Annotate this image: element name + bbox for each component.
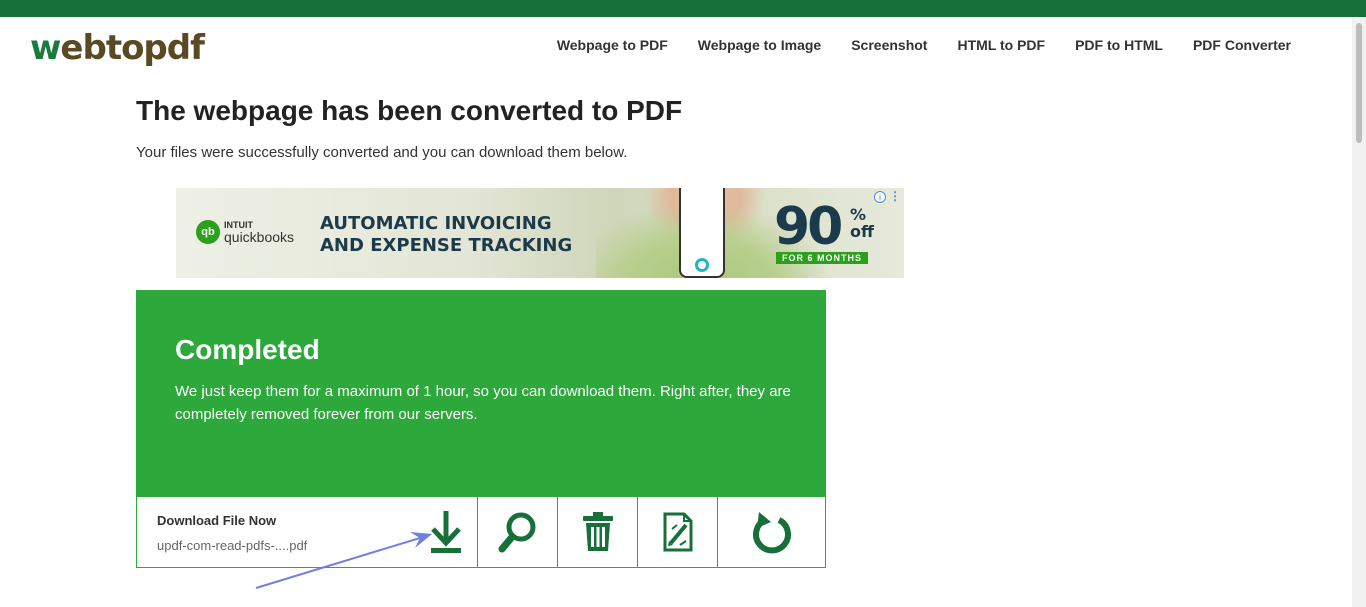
completed-message: We just keep them for a maximum of 1 hou… <box>175 383 791 423</box>
logo-text: ebtopdf <box>60 28 204 68</box>
ad-months: FOR 6 MONTHS <box>776 252 869 264</box>
page-subtitle: Your files were successfully converted a… <box>136 144 628 161</box>
preview-button[interactable] <box>478 497 558 567</box>
restart-button[interactable] <box>718 497 825 567</box>
ad-off: % off <box>850 206 874 240</box>
quickbooks-logo-icon: qb <box>196 220 220 244</box>
nav-pdf-converter[interactable]: PDF Converter <box>1193 37 1291 53</box>
quickbooks-ad-banner[interactable]: qb INTUIT quickbooks AUTOMATIC INVOICING… <box>176 188 904 278</box>
completed-panel: Completed We just keep them for a maximu… <box>136 290 826 498</box>
edit-pdf-icon <box>663 512 692 552</box>
ad-headline: AUTOMATIC INVOICING AND EXPENSE TRACKING <box>320 213 572 257</box>
download-bar: Download File Now updf-com-read-pdfs-...… <box>136 497 826 568</box>
search-icon <box>498 512 535 553</box>
nav-screenshot[interactable]: Screenshot <box>851 37 927 53</box>
ad-headline-line-1: AUTOMATIC INVOICING <box>320 213 552 234</box>
nav-html-to-pdf[interactable]: HTML to PDF <box>957 37 1045 53</box>
restart-icon <box>752 512 791 554</box>
scrollbar-thumb[interactable] <box>1356 23 1362 143</box>
trash-icon <box>582 512 613 551</box>
ad-phone-ring-icon <box>695 258 709 272</box>
page-scrollbar[interactable] <box>1352 17 1366 607</box>
ad-pct-sign: % <box>850 205 867 224</box>
ad-percent: 90 <box>774 197 843 257</box>
webtopdf-logo[interactable]: webtopdf <box>30 28 205 68</box>
top-bar <box>0 0 1366 17</box>
completed-title: Completed <box>175 334 320 365</box>
ad-phone-image <box>679 188 725 278</box>
page-title: The webpage has been converted to PDF <box>136 95 683 126</box>
main-nav: Webpage to PDF Webpage to Image Screensh… <box>557 37 1291 53</box>
logo-w: w <box>30 28 61 68</box>
ad-off-label: off <box>850 222 874 241</box>
ad-brand-name: quickbooks <box>224 229 295 245</box>
edit-pdf-button[interactable] <box>638 497 718 567</box>
nav-pdf-to-html[interactable]: PDF to HTML <box>1075 37 1163 53</box>
nav-webpage-to-image[interactable]: Webpage to Image <box>698 37 821 53</box>
ad-menu-icon[interactable]: ⋮ <box>889 189 901 203</box>
ad-info-icon[interactable]: i <box>874 191 886 203</box>
ad-headline-line-2: AND EXPENSE TRACKING <box>320 235 573 256</box>
delete-button[interactable] <box>558 497 638 567</box>
annotation-arrow-icon <box>255 532 432 589</box>
nav-webpage-to-pdf[interactable]: Webpage to PDF <box>557 37 668 53</box>
ad-brand: INTUIT quickbooks <box>224 220 294 244</box>
